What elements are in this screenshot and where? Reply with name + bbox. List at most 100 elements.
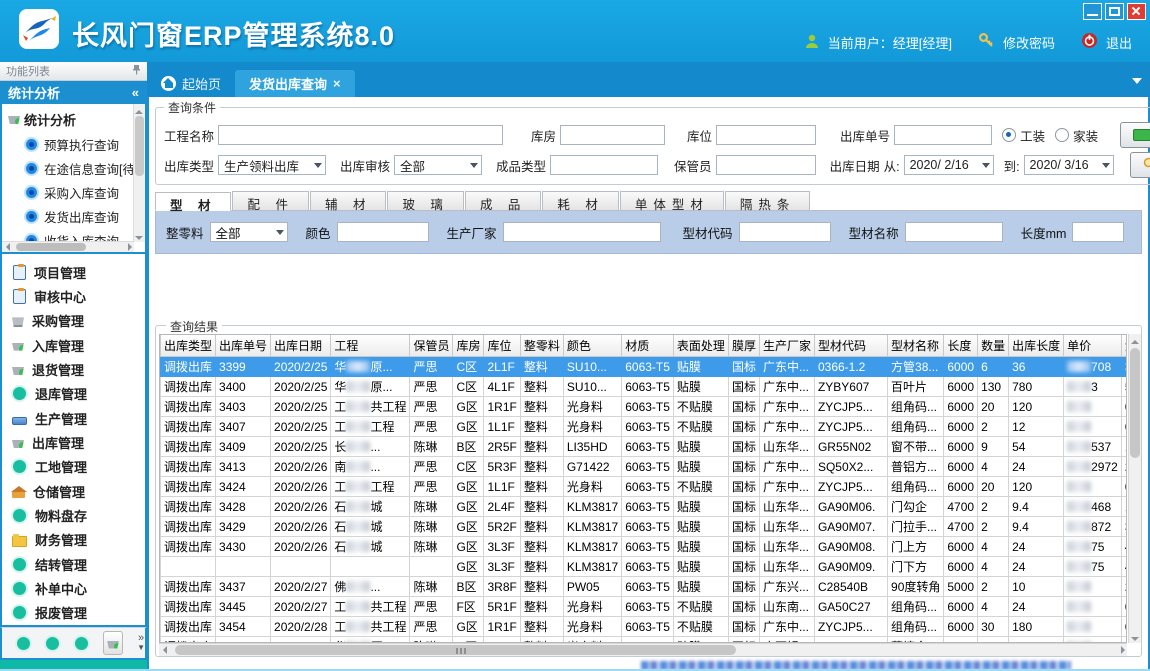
cell-wh[interactable]: G区 xyxy=(453,397,484,417)
cell-code[interactable]: ZYBY607 xyxy=(814,377,887,397)
cell-date[interactable]: 2020/2/28 xyxy=(271,617,331,637)
cell-amt[interactable]: 423 xyxy=(1121,557,1127,577)
keeper-input[interactable] xyxy=(716,155,816,175)
column-header[interactable]: 型材代码 xyxy=(814,335,887,357)
cell-surf[interactable]: 不贴膜 xyxy=(673,477,728,497)
cell-type[interactable]: 调拨出库 xyxy=(161,517,216,537)
cell-outlen[interactable]: 54 xyxy=(1009,437,1064,457)
stats-section-header[interactable]: 统计分析 « xyxy=(0,81,147,104)
grid-vertical-scrollbar[interactable] xyxy=(1128,334,1141,643)
cell-date[interactable]: 2020/2/25 xyxy=(271,437,331,457)
cell-wh[interactable]: G区 xyxy=(453,537,484,557)
cell-zl[interactable]: 整料 xyxy=(520,417,563,437)
length-input[interactable] xyxy=(1072,222,1124,242)
sidebar-menu-item[interactable]: 物料盘存 xyxy=(2,503,145,527)
cell-keeper[interactable]: 严思 xyxy=(410,397,453,417)
cell-name[interactable]: 90度转角 xyxy=(888,577,944,597)
cell-no[interactable] xyxy=(216,557,271,577)
cell-date[interactable]: 2020/2/27 xyxy=(271,597,331,617)
cell-name[interactable]: 门勾企 xyxy=(888,497,944,517)
table-row[interactable]: 调拨出库34282020/2/26石城陈琳G区2L4F整料KLM38176063… xyxy=(161,497,1128,517)
sidebar-menu-item[interactable]: 入库管理 xyxy=(2,333,145,357)
cell-color[interactable]: KLM3817 xyxy=(563,517,621,537)
cell-outlen[interactable]: 9.4 xyxy=(1009,517,1064,537)
cell-film[interactable]: 国标 xyxy=(728,397,759,417)
cell-outlen[interactable]: 9.4 xyxy=(1009,497,1064,517)
sidebar-menu-item[interactable]: 项目管理 xyxy=(2,260,145,284)
material-tab[interactable]: 单体型材 xyxy=(620,191,724,210)
cell-surf[interactable]: 贴膜 xyxy=(673,517,728,537)
cell-date[interactable]: 2020/2/26 xyxy=(271,537,331,557)
tree-item[interactable]: 在途信息查询[待 xyxy=(6,156,143,180)
table-row[interactable]: 调拨出库34452020/2/27工共工程严思F区5R1F整料光身料6063-T… xyxy=(161,597,1128,617)
table-row[interactable]: 调拨出库34542020/2/28工共工程严思G区1R1F整料光身料6063-T… xyxy=(161,617,1128,637)
cell-qty[interactable]: 9 xyxy=(978,437,1009,457)
pin-icon[interactable] xyxy=(132,64,141,78)
cell-wh[interactable]: F区 xyxy=(453,597,484,617)
cell-len[interactable]: 6000 xyxy=(944,397,978,417)
cell-mat[interactable]: 6063-T5 xyxy=(622,517,674,537)
cell-qty[interactable]: 2 xyxy=(978,497,1009,517)
cell-proj[interactable]: 工共工程 xyxy=(331,397,410,417)
cell-outlen[interactable]: 180 xyxy=(1009,617,1064,637)
cell-loc[interactable]: 3L3F xyxy=(484,537,520,557)
cell-loc[interactable]: 1L1F xyxy=(484,477,520,497)
cell-len[interactable]: 6000 xyxy=(944,357,978,377)
dot-icon[interactable] xyxy=(17,637,30,650)
cell-name[interactable]: 组角码... xyxy=(888,417,944,437)
column-header[interactable]: 保管员 xyxy=(410,335,453,357)
table-row[interactable]: 调拨出库34032020/2/25工共工程严思G区1R1F整料光身料6063-T… xyxy=(161,397,1128,417)
tree-item[interactable]: 发货出库查询 xyxy=(6,204,143,228)
cell-surf[interactable]: 贴膜 xyxy=(673,577,728,597)
cell-date[interactable]: 2020/2/25 xyxy=(271,397,331,417)
out-audit-select[interactable]: 全部 xyxy=(394,155,482,175)
project-name-input[interactable] xyxy=(218,125,503,145)
sidebar-menu-item[interactable]: 采购管理 xyxy=(2,309,145,333)
cell-loc[interactable]: 5R2F xyxy=(484,517,520,537)
cell-qty[interactable]: 20 xyxy=(978,397,1009,417)
cell-price_tail[interactable] xyxy=(1064,397,1122,417)
clear-conditions-button[interactable]: 清空条件 xyxy=(1120,122,1150,148)
cell-wh[interactable]: B区 xyxy=(453,437,484,457)
cell-name[interactable]: 百叶片 xyxy=(888,377,944,397)
cell-qty[interactable]: 20 xyxy=(978,477,1009,497)
cell-no[interactable]: 3428 xyxy=(216,497,271,517)
cell-color[interactable]: PW05 xyxy=(563,577,621,597)
cell-outlen[interactable]: 24 xyxy=(1009,457,1064,477)
location-input[interactable] xyxy=(716,125,816,145)
cell-wh[interactable]: G区 xyxy=(453,497,484,517)
cell-color[interactable]: SU10... xyxy=(563,377,621,397)
cell-price_tail[interactable]: 75 xyxy=(1064,537,1122,557)
cell-price_tail[interactable]: 75 xyxy=(1064,557,1122,577)
cell-no[interactable]: 3424 xyxy=(216,477,271,497)
cell-mfr[interactable]: 广东中... xyxy=(759,457,814,477)
cell-type[interactable]: 调拨出库 xyxy=(161,397,216,417)
cell-zl[interactable]: 整料 xyxy=(520,437,563,457)
cell-keeper[interactable]: 陈琳 xyxy=(410,437,453,457)
cell-proj[interactable]: 华原... xyxy=(331,357,410,377)
cell-type[interactable] xyxy=(161,557,216,577)
cell-mat[interactable]: 6063-T5 xyxy=(622,497,674,517)
color-input[interactable] xyxy=(337,222,429,242)
cell-amt[interactable]: 0 xyxy=(1121,477,1127,497)
cell-keeper[interactable]: 严思 xyxy=(410,457,453,477)
product-type-input[interactable] xyxy=(550,155,658,175)
cell-color[interactable]: 光身料 xyxy=(563,477,621,497)
cell-price_tail[interactable]: 872 xyxy=(1064,517,1122,537)
table-row[interactable]: G区3L3F整料KLM38176063-T5贴膜国标山东华...GA90M09.… xyxy=(161,557,1128,577)
cell-no[interactable]: 3429 xyxy=(216,517,271,537)
cell-proj[interactable]: 佛... xyxy=(331,577,410,597)
cell-keeper[interactable]: 严思 xyxy=(410,477,453,497)
cell-surf[interactable]: 贴膜 xyxy=(673,357,728,377)
cell-mfr[interactable]: 山东华... xyxy=(759,437,814,457)
cell-film[interactable]: 国标 xyxy=(728,357,759,377)
more-chevron[interactable]: »▼ xyxy=(137,634,145,652)
cell-outlen[interactable]: 24 xyxy=(1009,537,1064,557)
cell-type[interactable]: 调拨出库 xyxy=(161,377,216,397)
cell-code[interactable]: ZYCJP5... xyxy=(814,397,887,417)
cell-film[interactable]: 国标 xyxy=(728,557,759,577)
cell-mat[interactable]: 6063-T5 xyxy=(622,617,674,637)
cell-wh[interactable]: G区 xyxy=(453,557,484,577)
cell-wh[interactable]: B区 xyxy=(453,577,484,597)
cell-loc[interactable]: 3R8F xyxy=(484,577,520,597)
